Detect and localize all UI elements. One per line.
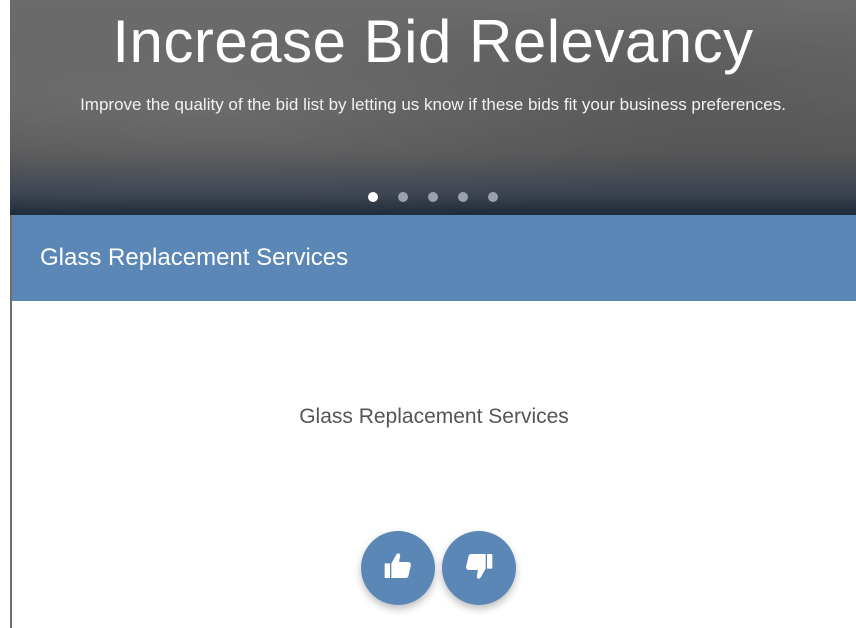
hero-title: Increase Bid Relevancy (112, 8, 754, 75)
carousel-indicators (10, 192, 856, 206)
carousel-dot-2[interactable] (398, 192, 408, 202)
thumbs-down-button[interactable] (442, 531, 516, 605)
bid-card-title: Glass Replacement Services (40, 244, 349, 271)
bid-card-header: Glass Replacement Services (12, 215, 856, 301)
carousel-dot-4[interactable] (458, 192, 468, 202)
hero-banner: Increase Bid Relevancy Improve the quali… (10, 0, 856, 215)
bid-description: Glass Replacement Services (299, 405, 569, 428)
bid-card-body: Glass Replacement Services (12, 301, 856, 628)
carousel-dot-1[interactable] (368, 192, 378, 202)
carousel-dot-3[interactable] (428, 192, 438, 202)
thumbs-up-icon (382, 550, 414, 587)
thumbs-down-icon (463, 550, 495, 587)
thumbs-up-button[interactable] (361, 531, 435, 605)
carousel-dot-5[interactable] (488, 192, 498, 202)
hero-subtitle: Improve the quality of the bid list by l… (80, 95, 786, 114)
